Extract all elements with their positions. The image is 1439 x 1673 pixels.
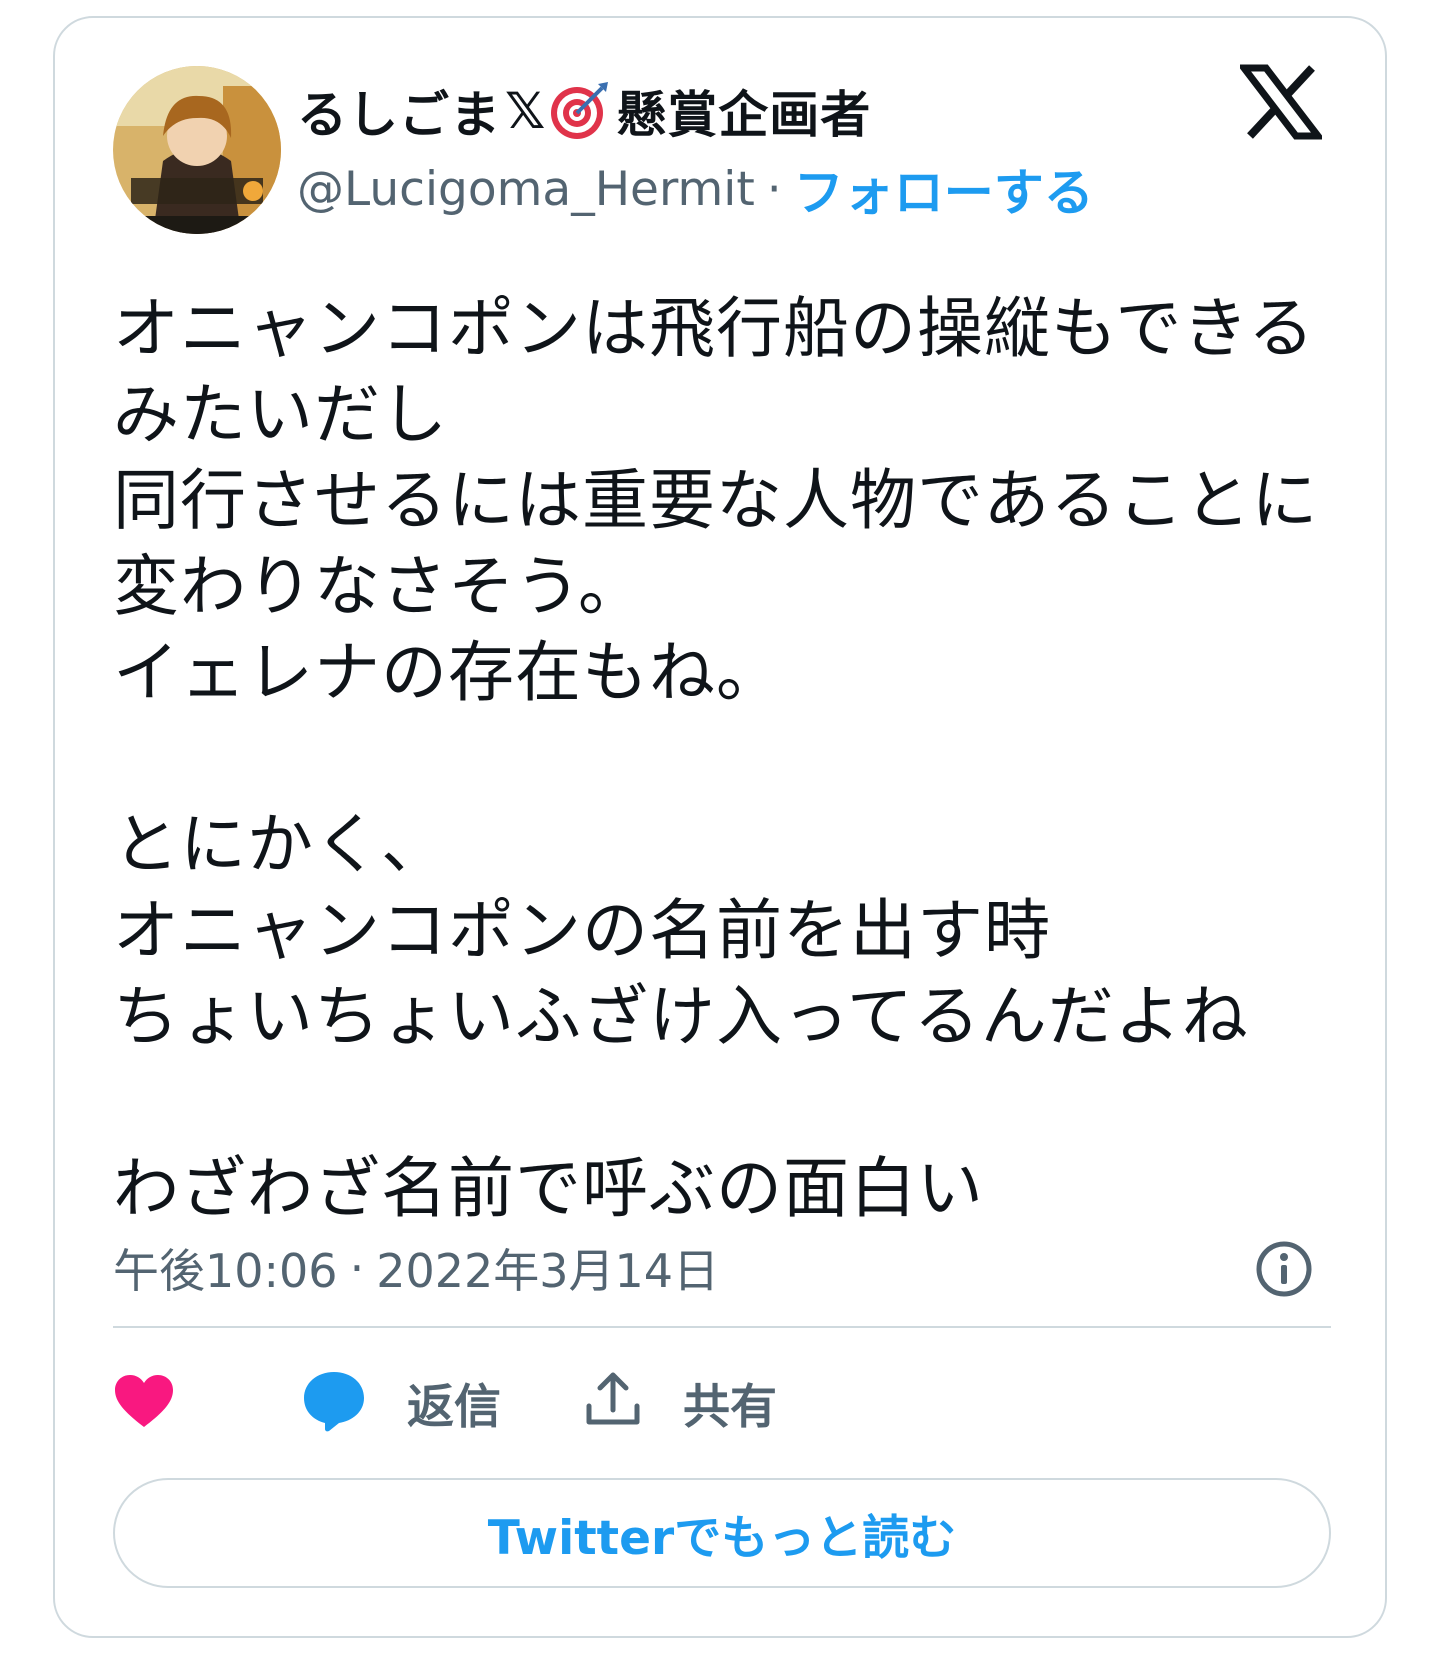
author-name-suffix: 懸賞企画者 <box>616 86 872 144</box>
author-name-text: るしごま <box>297 86 501 144</box>
heart-icon[interactable] <box>113 1371 175 1433</box>
author-handle-row: @Lucigoma_Hermit · フォローする <box>297 158 1094 223</box>
reply-button[interactable]: 返信 <box>301 1363 501 1441</box>
share-upload-icon <box>583 1370 643 1434</box>
speech-bubble-icon <box>301 1367 367 1437</box>
tweet-time: 午後10:06 <box>113 1244 338 1298</box>
tweet-date: 2022年3月14日 <box>376 1244 720 1298</box>
tweet-actions: 返信 共有 <box>113 1363 1331 1441</box>
divider <box>113 1326 1331 1328</box>
x-logo-icon[interactable] <box>1236 64 1326 140</box>
info-icon[interactable] <box>1255 1240 1313 1298</box>
target-icon <box>548 80 610 142</box>
reply-label: 返信 <box>407 1379 501 1435</box>
separator-dot: · <box>766 161 782 217</box>
x-mark-glyph: 𝕏 <box>505 82 547 140</box>
author-handle[interactable]: @Lucigoma_Hermit <box>297 162 755 217</box>
tweet-embed-card: るしごま 𝕏 懸賞企画者 @Lucigoma_Hermit · フォローする オ… <box>53 16 1387 1638</box>
follow-button[interactable]: フォローする <box>794 153 1094 225</box>
avatar[interactable] <box>113 66 281 234</box>
tweet-timestamp[interactable]: 午後10:06 · 2022年3月14日 <box>113 1236 719 1300</box>
meta-separator: · <box>349 1241 365 1295</box>
author-display-name[interactable]: るしごま 𝕏 懸賞企画者 <box>297 76 871 146</box>
share-label: 共有 <box>683 1379 777 1435</box>
read-more-on-twitter-button[interactable]: Twitterでもっと読む <box>113 1478 1331 1588</box>
share-button[interactable]: 共有 <box>583 1363 777 1441</box>
tweet-text: オニャンコポンは飛行船の操縦もできるみたいだし 同行させるには重要な人物であるこ… <box>113 290 1319 1227</box>
